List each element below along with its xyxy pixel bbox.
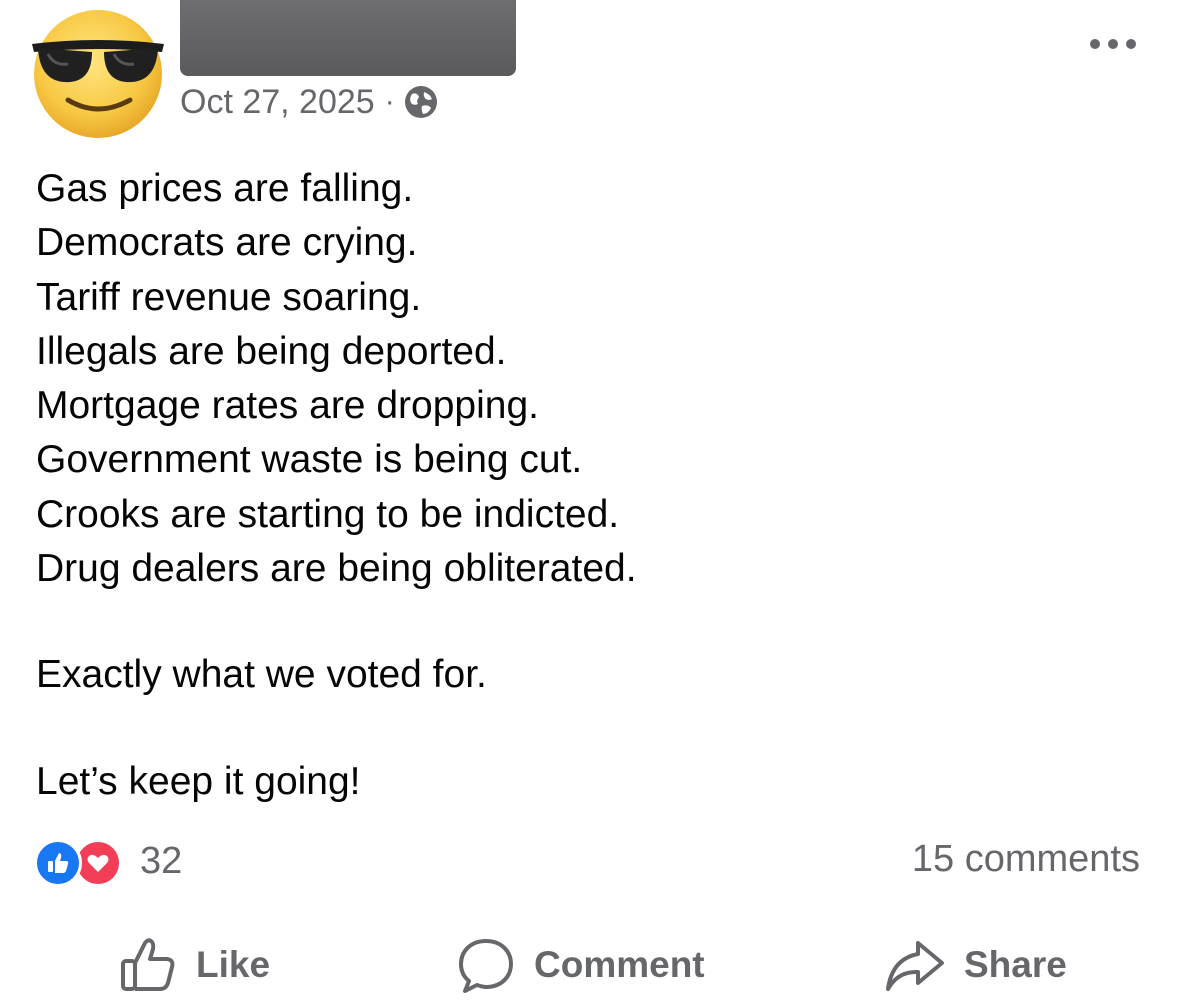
- post-action-bar: Like Comment Share: [0, 930, 1178, 1000]
- post-line: Crooks are starting to be indicted.: [36, 492, 620, 536]
- comment-button[interactable]: Comment: [456, 930, 705, 1000]
- more-options-button[interactable]: [1088, 34, 1138, 54]
- post-line: Illegals are being deported.: [36, 329, 507, 373]
- post-line: Government waste is being cut.: [36, 438, 583, 482]
- comment-label: Comment: [534, 944, 705, 985]
- comments-count-link[interactable]: 15 comments: [912, 838, 1140, 881]
- sunglasses-emoji-icon: [32, 10, 164, 138]
- author-name-redacted[interactable]: [180, 0, 516, 76]
- share-arrow-icon: [886, 941, 944, 991]
- post-line: Mortgage rates are dropping.: [36, 384, 539, 428]
- share-label: Share: [964, 944, 1067, 985]
- like-label: Like: [196, 944, 271, 985]
- post-text: Gas prices are falling. Democrats are cr…: [36, 162, 1136, 809]
- reactions-summary[interactable]: 32: [34, 836, 183, 887]
- globe-icon[interactable]: [403, 84, 439, 120]
- comment-bubble-icon: [459, 939, 513, 993]
- post-date[interactable]: Oct 27, 2025: [180, 83, 375, 122]
- reaction-icons: [34, 837, 134, 887]
- post-closing-line: Let’s keep it going!: [36, 759, 361, 803]
- thumbs-up-icon: [121, 938, 175, 991]
- meta-separator: ·: [384, 85, 395, 118]
- like-reaction-icon: [34, 839, 82, 887]
- post-line: Tariff revenue soaring.: [36, 275, 422, 319]
- post-meta: Oct 27, 2025 ·: [180, 82, 439, 122]
- post-line: Drug dealers are being obliterated.: [36, 547, 637, 591]
- reaction-count: 32: [140, 839, 183, 882]
- more-horizontal-icon: [1090, 39, 1136, 49]
- post-line: Democrats are crying.: [36, 221, 418, 265]
- share-button[interactable]: Share: [884, 930, 1067, 1000]
- like-button[interactable]: Like: [118, 930, 270, 1000]
- post-closing-line: Exactly what we voted for.: [36, 653, 487, 697]
- author-avatar[interactable]: [28, 6, 168, 140]
- post-line: Gas prices are falling.: [36, 167, 414, 210]
